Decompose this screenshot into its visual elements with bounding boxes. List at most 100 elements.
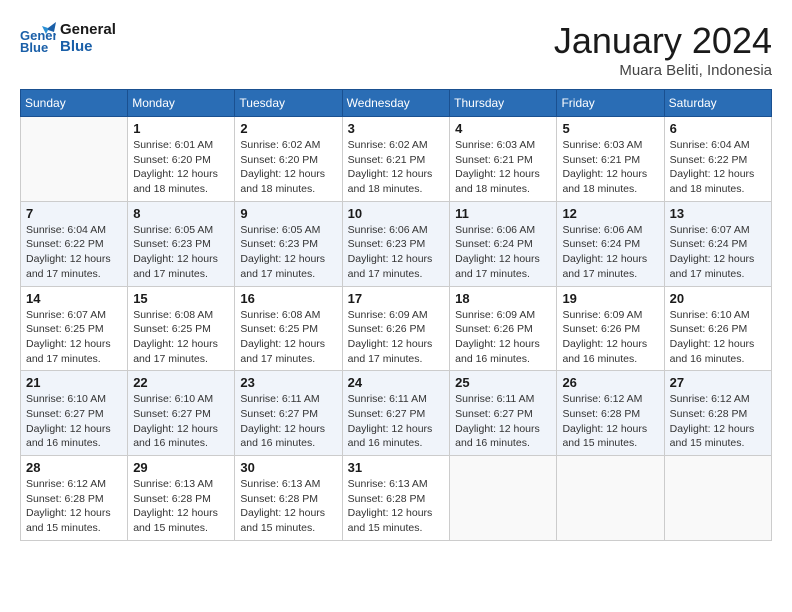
day-number: 26: [562, 375, 658, 390]
day-info: Sunrise: 6:09 AMSunset: 6:26 PMDaylight:…: [455, 308, 551, 367]
day-info: Sunrise: 6:03 AMSunset: 6:21 PMDaylight:…: [562, 138, 658, 197]
weekday-header-wednesday: Wednesday: [342, 90, 449, 117]
calendar-cell: 28 Sunrise: 6:12 AMSunset: 6:28 PMDayligh…: [21, 456, 128, 541]
day-number: 29: [133, 460, 229, 475]
weekday-header-monday: Monday: [128, 90, 235, 117]
calendar-cell: [450, 456, 557, 541]
calendar-cell: 30Sunrise: 6:13 AMSunset: 6:28 PMDayligh…: [235, 456, 342, 541]
calendar-cell: 2 Sunrise: 6:02 AMSunset: 6:20 PMDaylight…: [235, 117, 342, 202]
calendar-cell: 26 Sunrise: 6:12 AMSunset: 6:28 PMDayligh…: [557, 371, 664, 456]
day-info: Sunrise: 6:12 AMSunset: 6:28 PMDaylight:…: [562, 392, 658, 451]
day-number: 8: [133, 206, 229, 221]
day-number: 18: [455, 291, 551, 306]
calendar-cell: 20Sunrise: 6:10 AMSunset: 6:26 PMDayligh…: [664, 286, 771, 371]
calendar-week-row: 14 Sunrise: 6:07 AMSunset: 6:25 PMDayligh…: [21, 286, 772, 371]
day-info: Sunrise: 6:02 AMSunset: 6:21 PMDaylight:…: [348, 138, 444, 197]
calendar-cell: 21Sunrise: 6:10 AMSunset: 6:27 PMDayligh…: [21, 371, 128, 456]
day-info: Sunrise: 6:09 AMSunset: 6:26 PMDaylight:…: [562, 308, 658, 367]
day-number: 25: [455, 375, 551, 390]
day-number: 21: [26, 375, 122, 390]
weekday-header-sunday: Sunday: [21, 90, 128, 117]
day-info: Sunrise: 6:06 AMSunset: 6:24 PMDaylight:…: [562, 223, 658, 282]
day-number: 31: [348, 460, 444, 475]
day-info: Sunrise: 6:05 AMSunset: 6:23 PMDaylight:…: [133, 223, 229, 282]
day-number: 22: [133, 375, 229, 390]
day-number: 28: [26, 460, 122, 475]
day-number: 6: [670, 121, 766, 136]
day-info: Sunrise: 6:07 AMSunset: 6:24 PMDaylight:…: [670, 223, 766, 282]
location: Muara Beliti, Indonesia: [554, 62, 772, 79]
calendar-cell: 7 Sunrise: 6:04 AMSunset: 6:22 PMDaylight…: [21, 201, 128, 286]
day-number: 7: [26, 206, 122, 221]
svg-text:Blue: Blue: [20, 40, 48, 55]
day-number: 17: [348, 291, 444, 306]
calendar-cell: [557, 456, 664, 541]
day-info: Sunrise: 6:06 AMSunset: 6:23 PMDaylight:…: [348, 223, 444, 282]
day-info: Sunrise: 6:07 AMSunset: 6:25 PMDaylight:…: [26, 308, 122, 367]
calendar-cell: 16Sunrise: 6:08 AMSunset: 6:25 PMDayligh…: [235, 286, 342, 371]
logo: General Blue GeneralBlue: [20, 20, 116, 56]
day-number: 16: [240, 291, 336, 306]
day-info: Sunrise: 6:12 AMSunset: 6:28 PMDaylight:…: [670, 392, 766, 451]
calendar-cell: 8 Sunrise: 6:05 AMSunset: 6:23 PMDaylight…: [128, 201, 235, 286]
day-number: 3: [348, 121, 444, 136]
day-number: 5: [562, 121, 658, 136]
calendar-cell: 15Sunrise: 6:08 AMSunset: 6:25 PMDayligh…: [128, 286, 235, 371]
calendar-week-row: 1 Sunrise: 6:01 AMSunset: 6:20 PMDaylight…: [21, 117, 772, 202]
calendar-cell: 29Sunrise: 6:13 AMSunset: 6:28 PMDayligh…: [128, 456, 235, 541]
calendar-week-row: 7 Sunrise: 6:04 AMSunset: 6:22 PMDaylight…: [21, 201, 772, 286]
calendar-cell: 17 Sunrise: 6:09 AMSunset: 6:26 PMDayligh…: [342, 286, 449, 371]
day-number: 11: [455, 206, 551, 221]
day-info: Sunrise: 6:04 AMSunset: 6:22 PMDaylight:…: [670, 138, 766, 197]
day-number: 15: [133, 291, 229, 306]
day-number: 14: [26, 291, 122, 306]
calendar-cell: 1 Sunrise: 6:01 AMSunset: 6:20 PMDaylight…: [128, 117, 235, 202]
page-header: General Blue GeneralBlue January 2024 Mu…: [20, 20, 772, 79]
day-number: 13: [670, 206, 766, 221]
calendar-cell: 27 Sunrise: 6:12 AMSunset: 6:28 PMDayligh…: [664, 371, 771, 456]
weekday-header-friday: Friday: [557, 90, 664, 117]
calendar-cell: 31 Sunrise: 6:13 AMSunset: 6:28 PMDayligh…: [342, 456, 449, 541]
day-number: 20: [670, 291, 766, 306]
day-number: 2: [240, 121, 336, 136]
calendar-cell: 18 Sunrise: 6:09 AMSunset: 6:26 PMDayligh…: [450, 286, 557, 371]
day-number: 27: [670, 375, 766, 390]
logo-text: GeneralBlue: [60, 21, 116, 55]
calendar-table: SundayMondayTuesdayWednesdayThursdayFrid…: [20, 89, 772, 541]
calendar-cell: 9Sunrise: 6:05 AMSunset: 6:23 PMDaylight…: [235, 201, 342, 286]
title-block: January 2024 Muara Beliti, Indonesia: [554, 20, 772, 79]
day-number: 1: [133, 121, 229, 136]
day-number: 19: [562, 291, 658, 306]
day-info: Sunrise: 6:09 AMSunset: 6:26 PMDaylight:…: [348, 308, 444, 367]
day-info: Sunrise: 6:01 AMSunset: 6:20 PMDaylight:…: [133, 138, 229, 197]
day-info: Sunrise: 6:02 AMSunset: 6:20 PMDaylight:…: [240, 138, 336, 197]
day-number: 9: [240, 206, 336, 221]
calendar-cell: [21, 117, 128, 202]
month-title: January 2024: [554, 20, 772, 62]
calendar-cell: 10 Sunrise: 6:06 AMSunset: 6:23 PMDayligh…: [342, 201, 449, 286]
calendar-cell: 4Sunrise: 6:03 AMSunset: 6:21 PMDaylight…: [450, 117, 557, 202]
calendar-cell: 19 Sunrise: 6:09 AMSunset: 6:26 PMDayligh…: [557, 286, 664, 371]
day-info: Sunrise: 6:13 AMSunset: 6:28 PMDaylight:…: [348, 477, 444, 536]
weekday-header-saturday: Saturday: [664, 90, 771, 117]
day-info: Sunrise: 6:12 AMSunset: 6:28 PMDaylight:…: [26, 477, 122, 536]
day-number: 12: [562, 206, 658, 221]
day-info: Sunrise: 6:11 AMSunset: 6:27 PMDaylight:…: [240, 392, 336, 451]
calendar-cell: 6 Sunrise: 6:04 AMSunset: 6:22 PMDaylight…: [664, 117, 771, 202]
day-number: 10: [348, 206, 444, 221]
calendar-header-row: SundayMondayTuesdayWednesdayThursdayFrid…: [21, 90, 772, 117]
day-info: Sunrise: 6:11 AMSunset: 6:27 PMDaylight:…: [348, 392, 444, 451]
day-number: 4: [455, 121, 551, 136]
calendar-cell: 12 Sunrise: 6:06 AMSunset: 6:24 PMDayligh…: [557, 201, 664, 286]
day-info: Sunrise: 6:04 AMSunset: 6:22 PMDaylight:…: [26, 223, 122, 282]
day-info: Sunrise: 6:13 AMSunset: 6:28 PMDaylight:…: [240, 477, 336, 536]
day-number: 24: [348, 375, 444, 390]
calendar-cell: 13 Sunrise: 6:07 AMSunset: 6:24 PMDayligh…: [664, 201, 771, 286]
calendar-cell: 14 Sunrise: 6:07 AMSunset: 6:25 PMDayligh…: [21, 286, 128, 371]
calendar-cell: 3 Sunrise: 6:02 AMSunset: 6:21 PMDaylight…: [342, 117, 449, 202]
calendar-week-row: 28 Sunrise: 6:12 AMSunset: 6:28 PMDayligh…: [21, 456, 772, 541]
calendar-cell: 5 Sunrise: 6:03 AMSunset: 6:21 PMDaylight…: [557, 117, 664, 202]
day-info: Sunrise: 6:06 AMSunset: 6:24 PMDaylight:…: [455, 223, 551, 282]
calendar-cell: [664, 456, 771, 541]
day-info: Sunrise: 6:11 AMSunset: 6:27 PMDaylight:…: [455, 392, 551, 451]
